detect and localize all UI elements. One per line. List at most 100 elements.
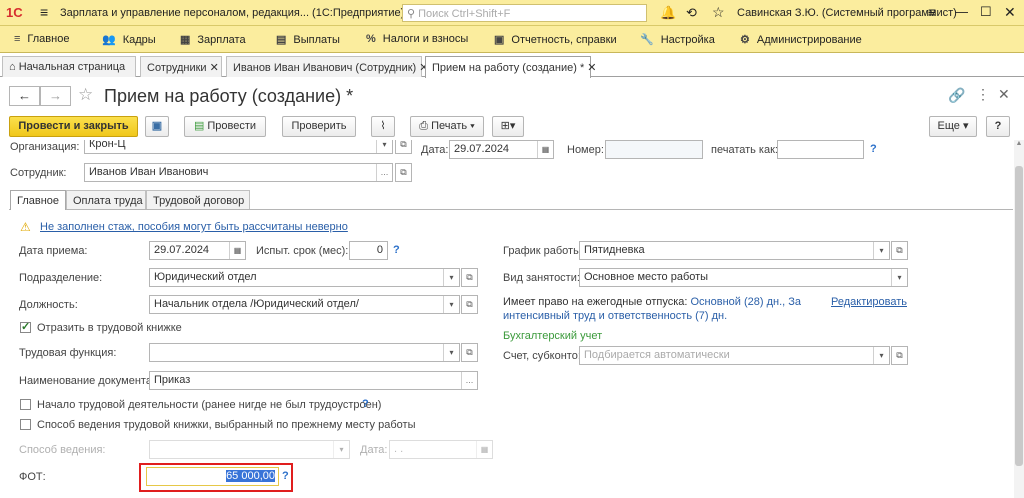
- star-icon[interactable]: ☆: [712, 4, 725, 21]
- employee-value: Иванов Иван Иванович: [89, 166, 209, 178]
- tab-employees[interactable]: Сотрудники ✕: [140, 56, 222, 77]
- forward-button[interactable]: →: [40, 86, 71, 106]
- inner-tab-payment[interactable]: Оплата труда: [66, 190, 146, 209]
- fot-field[interactable]: 65 000,00: [146, 467, 279, 486]
- inner-tab-contract[interactable]: Трудовой договор: [146, 190, 250, 209]
- gear-icon: ⚙: [740, 34, 750, 46]
- close-form-icon[interactable]: ✕: [998, 86, 1010, 103]
- search-input[interactable]: ⚲ Поиск Ctrl+Shift+F: [402, 4, 647, 22]
- post-button[interactable]: ▤ Провести: [184, 116, 266, 137]
- help-icon[interactable]: ?: [362, 398, 369, 410]
- employment-field[interactable]: Основное место работы ▾: [579, 268, 908, 287]
- dropdown-icon[interactable]: ▾: [873, 242, 889, 259]
- menu-item-taxes[interactable]: % Налоги и взносы: [366, 33, 468, 45]
- employee-open-button[interactable]: ⧉: [395, 163, 412, 182]
- close-tab-icon[interactable]: ✕: [584, 62, 596, 74]
- tab-employee-card[interactable]: Иванов Иван Иванович (Сотрудник) ✕: [226, 56, 428, 77]
- org-open-button[interactable]: ⧉: [395, 140, 412, 154]
- inner-tab-main[interactable]: Главное: [10, 190, 66, 210]
- home-icon: ⌂: [9, 61, 19, 73]
- calendar-icon[interactable]: ▦: [537, 141, 553, 158]
- department-open-button[interactable]: ⧉: [461, 268, 478, 287]
- dropdown-icon[interactable]: ▾: [443, 269, 459, 286]
- more-vertical-icon[interactable]: ⋮: [976, 86, 990, 103]
- menu-item-salary[interactable]: ▦ Зарплата: [180, 33, 246, 46]
- print-label: Печать: [431, 120, 468, 132]
- schedule-open-button[interactable]: ⧉: [891, 241, 908, 260]
- help-button[interactable]: ?: [986, 116, 1010, 137]
- minimize-icon[interactable]: —: [955, 4, 968, 19]
- help-icon[interactable]: ?: [393, 244, 400, 256]
- attachments-button[interactable]: ⌇: [371, 116, 395, 137]
- account-open-button[interactable]: ⧉: [891, 346, 908, 365]
- position-open-button[interactable]: ⧉: [461, 295, 478, 314]
- method-field[interactable]: ▾: [149, 440, 350, 459]
- close-icon[interactable]: ✕: [1004, 4, 1016, 21]
- account-field[interactable]: Подбирается автоматически ▾: [579, 346, 890, 365]
- menu-item-hr[interactable]: 👥 Кадры: [102, 33, 156, 46]
- number-field[interactable]: [605, 140, 703, 159]
- edit-vacation-link[interactable]: Редактировать: [831, 296, 907, 308]
- dropdown-icon[interactable]: ▾: [443, 296, 459, 313]
- close-tab-icon[interactable]: ✕: [207, 62, 219, 74]
- app-logo[interactable]: 1С: [6, 4, 32, 22]
- help-icon[interactable]: ?: [870, 143, 877, 155]
- favorite-star-icon[interactable]: ☆: [78, 85, 93, 105]
- employment-label: Вид занятости:: [503, 272, 580, 284]
- related-documents-button[interactable]: ⊞▾: [492, 116, 524, 137]
- hamburger-icon[interactable]: ≡: [40, 4, 48, 20]
- org-field[interactable]: Крон-Ц ▾: [84, 140, 393, 154]
- save-button[interactable]: ▣: [145, 116, 169, 137]
- title-bar: 1С ≡ Зарплата и управление персоналом, р…: [0, 0, 1024, 26]
- select-icon[interactable]: …: [461, 372, 477, 389]
- menu-item-settings[interactable]: 🔧 Настройка: [640, 33, 715, 46]
- select-icon[interactable]: …: [376, 164, 392, 181]
- department-field[interactable]: Юридический отдел ▾: [149, 268, 460, 287]
- post-and-close-button[interactable]: Провести и закрыть: [9, 116, 138, 137]
- warning-link[interactable]: Не заполнен стаж, пособия могут быть рас…: [40, 221, 348, 233]
- workbook-checkbox[interactable]: ✓: [20, 321, 31, 333]
- labor-function-field[interactable]: ▾: [149, 343, 460, 362]
- hire-date-field[interactable]: 29.07.2024 ▦: [149, 241, 246, 260]
- doc-name-field[interactable]: Приказ…: [149, 371, 478, 390]
- scrollbar[interactable]: ▲: [1014, 140, 1024, 498]
- start-work-checkbox[interactable]: [20, 399, 31, 410]
- help-icon[interactable]: ?: [282, 470, 289, 482]
- print-as-field[interactable]: [777, 140, 864, 159]
- scroll-up-arrow[interactable]: ▲: [1014, 140, 1024, 150]
- labor-function-open-button[interactable]: ⧉: [461, 343, 478, 362]
- more-button[interactable]: Еще ▾: [929, 116, 977, 137]
- back-button[interactable]: ←: [9, 86, 40, 106]
- tab-hire-document[interactable]: Прием на работу (создание) * ✕: [425, 56, 597, 78]
- workbook-method-checkbox[interactable]: [20, 419, 31, 430]
- menu-item-reports[interactable]: ▣ Отчетность, справки: [494, 33, 617, 46]
- tab-home[interactable]: ⌂ Начальная страница: [2, 56, 136, 77]
- menu-item-admin[interactable]: ⚙ Администрирование: [740, 33, 862, 46]
- user-name[interactable]: Савинская З.Ю. (Системный программист): [737, 7, 957, 19]
- link-icon[interactable]: 🔗: [948, 87, 965, 104]
- bell-icon[interactable]: 🔔: [660, 5, 676, 21]
- dropdown-icon[interactable]: ▾: [376, 140, 392, 153]
- scroll-thumb[interactable]: [1015, 166, 1023, 466]
- check-button[interactable]: Проверить: [282, 116, 356, 137]
- menu-item-main[interactable]: ≡ Главное: [14, 33, 69, 45]
- probation-field[interactable]: 0: [349, 241, 388, 260]
- date-field[interactable]: 29.07.2024 ▦: [449, 140, 554, 159]
- print-button[interactable]: ⎙ Печать ▾: [410, 116, 484, 137]
- dropdown-icon[interactable]: ▾: [333, 441, 349, 458]
- dropdown-icon[interactable]: ▾: [873, 347, 889, 364]
- app-title: Зарплата и управление персоналом, редакц…: [60, 7, 405, 19]
- maximize-icon[interactable]: ☐: [980, 4, 992, 20]
- calendar-icon[interactable]: ▦: [476, 441, 492, 458]
- position-field[interactable]: Начальник отдела /Юридический отдел/ ▾: [149, 295, 460, 314]
- dropdown-icon[interactable]: ▾: [443, 344, 459, 361]
- dropdown-icon[interactable]: ▾: [891, 269, 907, 286]
- settings-menu-icon[interactable]: ≡: [928, 4, 936, 20]
- calendar-icon[interactable]: ▦: [229, 242, 245, 259]
- method-date-field[interactable]: . . ▦: [389, 440, 493, 459]
- more-label: Еще: [937, 120, 960, 132]
- employee-field[interactable]: Иванов Иван Иванович …: [84, 163, 393, 182]
- menu-item-payments[interactable]: ▤ Выплаты: [276, 33, 340, 46]
- schedule-field[interactable]: Пятидневка ▾: [579, 241, 890, 260]
- history-icon[interactable]: ⟲: [686, 5, 697, 21]
